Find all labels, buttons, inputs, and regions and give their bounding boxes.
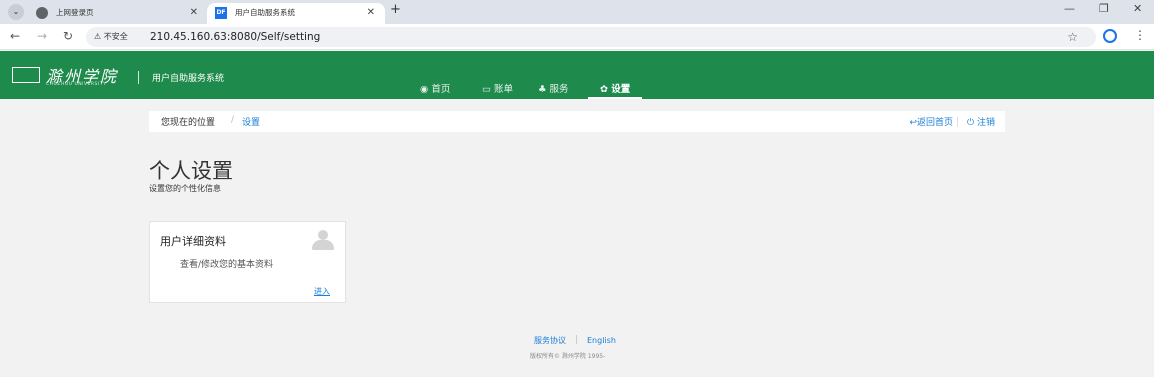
user-profile-card: 用户详细资料 查看/修改您的基本资料 进入: [149, 221, 346, 303]
breadcrumb-location-label: 您现在的位置: [161, 118, 216, 128]
globe-icon: [36, 7, 48, 19]
english-link[interactable]: English: [587, 336, 616, 345]
breadcrumb-current[interactable]: 设置: [242, 115, 260, 128]
logout-label: 注销: [976, 118, 995, 128]
forward-arrow-icon[interactable]: →: [37, 29, 47, 43]
nav-label: 设置: [611, 84, 631, 95]
browser-tab-login[interactable]: 上网登录页 ✕: [28, 3, 208, 24]
more-menu-icon[interactable]: ⋮: [1134, 28, 1146, 42]
back-home-link[interactable]: ↩返回首页: [909, 115, 953, 128]
warning-icon: ⚠: [94, 32, 104, 41]
enter-link[interactable]: 进入: [314, 286, 330, 297]
page-subtitle: 设置您的个性化信息: [149, 184, 221, 193]
service-agreement-link[interactable]: 服务协议: [534, 336, 566, 345]
tab-title: 用户自助服务系统: [235, 8, 295, 17]
reload-icon[interactable]: ↻: [63, 29, 73, 43]
nav-item-bills[interactable]: ▭ 账单: [482, 81, 513, 99]
close-icon[interactable]: ✕: [190, 3, 198, 23]
return-arrow-icon: ↩: [909, 118, 917, 128]
browser-tab-strip: ⌄ 上网登录页 ✕ DF 用户自助服务系统 ✕ + — ❐ ✕: [0, 0, 1154, 24]
nav-label: 服务: [549, 84, 569, 95]
bill-icon: ▭: [482, 84, 494, 95]
profile-avatar-icon[interactable]: [1103, 29, 1117, 43]
minimize-icon[interactable]: —: [1064, 2, 1075, 15]
nav-item-settings[interactable]: ✿ 设置: [588, 81, 643, 99]
close-window-icon[interactable]: ✕: [1133, 2, 1142, 15]
nav-item-home[interactable]: ◉ 首页: [420, 81, 450, 99]
address-bar[interactable]: ⚠ 不安全 210.45.160.63:8080/Self/setting ☆: [86, 27, 1096, 47]
breadcrumb: 您现在的位置 / 设置 ↩返回首页 ⏻ 注销: [149, 111, 1005, 132]
breadcrumb-divider: [957, 117, 958, 127]
dashboard-icon: ◉: [420, 84, 432, 95]
back-home-label: 返回首页: [916, 118, 953, 128]
university-name-en: CHUZHOU UNIVERSITY: [46, 82, 107, 87]
card-title: 用户详细资料: [160, 235, 226, 248]
user-icon: [312, 230, 334, 250]
nav-label: 账单: [494, 84, 514, 95]
site-favicon-icon: DF: [215, 7, 227, 19]
security-label: 不安全: [103, 32, 128, 41]
browser-toolbar: ← → ↻ ⚠ 不安全 210.45.160.63:8080/Self/sett…: [0, 24, 1154, 50]
copyright-text: 版权所有© 滁州学院 1995-: [530, 353, 606, 360]
nav-label: 首页: [431, 84, 451, 95]
security-indicator[interactable]: ⚠ 不安全: [94, 30, 128, 44]
back-arrow-icon[interactable]: ←: [10, 29, 20, 43]
header-divider: [138, 71, 139, 84]
page-title: 个人设置: [149, 159, 233, 183]
card-description: 查看/修改您的基本资料: [180, 260, 274, 270]
service-icon: ♣: [538, 84, 550, 95]
footer-divider: [576, 335, 577, 344]
browser-tab-selfservice[interactable]: DF 用户自助服务系统 ✕: [207, 3, 385, 24]
bookmark-star-icon[interactable]: ☆: [1067, 27, 1078, 47]
logout-link[interactable]: ⏻ 注销: [967, 115, 995, 128]
site-header: 滁州学院 CHUZHOU UNIVERSITY 用户自助服务系统 ◉ 首页 ▭ …: [0, 51, 1154, 99]
close-icon[interactable]: ✕: [367, 3, 375, 23]
tab-title: 上网登录页: [56, 8, 94, 17]
system-title: 用户自助服务系统: [152, 74, 225, 84]
gear-icon: ✿: [600, 84, 612, 95]
nav-item-services[interactable]: ♣ 服务: [538, 81, 569, 99]
restore-icon[interactable]: ❐: [1099, 2, 1109, 15]
tab-search-chevron-icon[interactable]: ⌄: [8, 4, 24, 20]
power-icon: ⏻: [967, 118, 977, 128]
university-logo-icon: [12, 67, 40, 83]
url-text[interactable]: 210.45.160.63:8080/Self/setting: [150, 27, 320, 47]
new-tab-plus-icon[interactable]: +: [390, 2, 401, 17]
footer-links: 服务协议 English: [534, 335, 616, 346]
breadcrumb-separator: /: [231, 115, 235, 125]
